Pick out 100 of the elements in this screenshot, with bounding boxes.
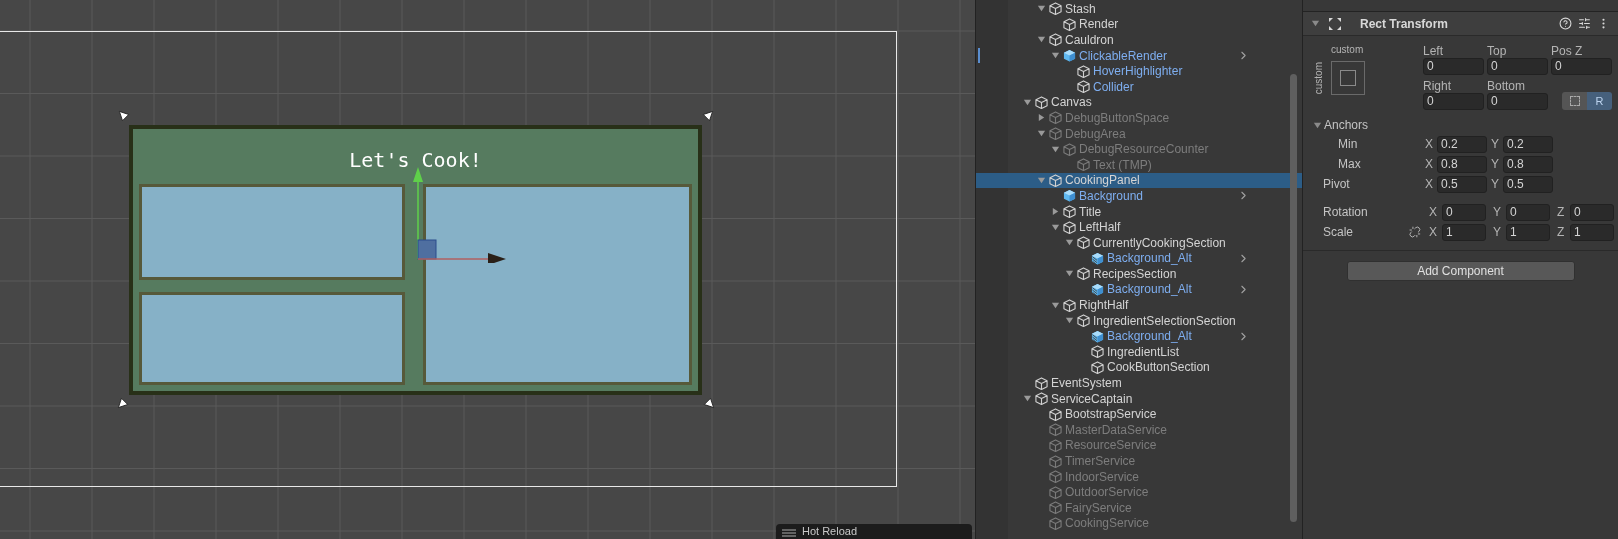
- collapsed-triangle-icon[interactable]: [1050, 207, 1060, 216]
- property-label: Pivot: [1322, 176, 1351, 193]
- property-label: Min: [1337, 136, 1359, 153]
- hierarchy-item[interactable]: Collider: [976, 78, 1302, 95]
- axis-label: Z: [1557, 204, 1566, 221]
- anchor-preset-label: custom: [1331, 44, 1364, 56]
- hierarchy-item[interactable]: CookingPanel: [976, 172, 1302, 189]
- hierarchy-item[interactable]: BootstrapService: [976, 406, 1302, 423]
- help-icon[interactable]: [1559, 17, 1572, 30]
- hierarchy-item[interactable]: CurrentlyCookingSection: [976, 234, 1302, 251]
- field-label: Pos Z: [1551, 44, 1584, 58]
- number-field[interactable]: 1: [1506, 223, 1550, 241]
- hierarchy-item[interactable]: ClickableRender: [976, 47, 1302, 64]
- cube-icon: [1091, 345, 1104, 359]
- number-field[interactable]: 0.5: [1437, 175, 1487, 193]
- axis-label: X: [1429, 224, 1438, 241]
- hierarchy-item[interactable]: EventSystem: [976, 375, 1302, 391]
- number-field[interactable]: 0: [1487, 93, 1548, 110]
- hierarchy-item[interactable]: ServiceCaptain: [976, 390, 1302, 407]
- expanded-triangle-icon[interactable]: [1311, 19, 1320, 28]
- cube-icon: [1049, 423, 1062, 437]
- hierarchy-item[interactable]: Background_Alt: [976, 328, 1302, 345]
- cube-icon: [1035, 95, 1048, 109]
- anchor-preset-button[interactable]: [1331, 61, 1365, 95]
- number-field[interactable]: 0.8: [1437, 155, 1487, 173]
- cube-icon: [1077, 64, 1090, 78]
- prefab-variant-cube-icon: [1091, 283, 1104, 296]
- hierarchy-item[interactable]: IngredientSelectionSection: [976, 312, 1302, 329]
- cube-icon: [1077, 236, 1090, 250]
- hierarchy-item[interactable]: Background_Alt: [976, 250, 1302, 267]
- cooking-panel[interactable]: Let's Cook!: [129, 125, 702, 395]
- cube-icon: [1049, 407, 1062, 421]
- cube-icon: [1049, 2, 1062, 16]
- number-field[interactable]: 0: [1442, 203, 1486, 221]
- number-field[interactable]: 0: [1551, 58, 1612, 75]
- hierarchy-item[interactable]: CookButtonSection: [976, 359, 1302, 376]
- cube-icon: [1063, 205, 1076, 218]
- menu-icon[interactable]: [782, 528, 796, 538]
- cube-icon: [1049, 485, 1062, 499]
- cube-icon: [1049, 33, 1062, 47]
- number-field[interactable]: 0.5: [1503, 175, 1553, 193]
- prefab-cube-icon: [1063, 189, 1076, 203]
- property-label: Rotation: [1322, 204, 1369, 221]
- axis-label: Y: [1491, 176, 1500, 193]
- hierarchy-item[interactable]: Cauldron: [976, 32, 1302, 48]
- axis-label: Y: [1493, 224, 1502, 241]
- component-header[interactable]: Rect Transform: [1303, 12, 1618, 36]
- hot-reload-bar[interactable]: Hot Reload: [776, 524, 972, 539]
- scrollbar-thumb[interactable]: [1290, 74, 1297, 522]
- hierarchy-item[interactable]: RightHalf: [976, 297, 1302, 313]
- hierarchy-item[interactable]: Background: [976, 188, 1302, 204]
- axis-label: X: [1425, 156, 1434, 173]
- hierarchy-item[interactable]: Title: [976, 203, 1302, 220]
- hierarchy-item[interactable]: Canvas: [976, 94, 1302, 111]
- hierarchy-item[interactable]: HoverHighlighter: [976, 63, 1302, 79]
- hierarchy-item[interactable]: IngredientList: [976, 344, 1302, 360]
- cube-icon: [1049, 501, 1062, 515]
- number-field[interactable]: 0: [1423, 93, 1484, 110]
- cube-icon: [1091, 360, 1104, 374]
- settings-icon[interactable]: [1578, 17, 1591, 30]
- expanded-triangle-icon[interactable]: [1036, 175, 1046, 185]
- expanded-triangle-icon[interactable]: [1022, 97, 1032, 107]
- number-field[interactable]: 0.2: [1437, 135, 1487, 153]
- expanded-triangle-icon[interactable]: [1064, 269, 1074, 279]
- axis-label: X: [1425, 176, 1434, 193]
- field-label: Bottom: [1487, 79, 1526, 93]
- cube-icon: [1049, 454, 1062, 468]
- hierarchy-item[interactable]: LeftHalf: [976, 219, 1302, 235]
- axis-label: Z: [1557, 224, 1566, 241]
- number-field[interactable]: 0: [1506, 203, 1550, 221]
- number-field[interactable]: 0: [1423, 58, 1484, 75]
- property-label: Max: [1337, 156, 1362, 173]
- number-field[interactable]: 0.8: [1503, 155, 1553, 173]
- cube-icon: [1049, 173, 1062, 187]
- anchors-foldout[interactable]: Anchors: [1313, 116, 1614, 134]
- number-field[interactable]: 0: [1487, 58, 1548, 75]
- expanded-triangle-icon[interactable]: [1036, 4, 1046, 14]
- cube-icon: [1035, 392, 1048, 406]
- collapsed-triangle-icon[interactable]: [1036, 113, 1046, 123]
- hierarchy-item[interactable]: Render: [976, 16, 1302, 33]
- add-component-button[interactable]: Add Component: [1346, 261, 1575, 281]
- move-gizmo-drawing[interactable]: [412, 165, 508, 263]
- hierarchy-item[interactable]: Background_Alt: [976, 281, 1302, 298]
- number-field[interactable]: 0.2: [1503, 135, 1553, 153]
- number-field[interactable]: 1: [1442, 223, 1486, 241]
- field-label: Right: [1423, 79, 1452, 93]
- link-icon[interactable]: [1409, 226, 1421, 238]
- cube-icon: [1049, 127, 1062, 141]
- hierarchy-item[interactable]: RecipesSection: [976, 266, 1302, 282]
- cube-icon: [1077, 267, 1090, 281]
- expanded-triangle-icon[interactable]: [1022, 394, 1032, 404]
- expanded-triangle-icon[interactable]: [1313, 120, 1322, 130]
- cube-icon: [1077, 158, 1090, 172]
- number-field[interactable]: 0: [1570, 203, 1614, 221]
- number-field[interactable]: 1: [1570, 223, 1614, 241]
- blueprint-mode-button[interactable]: [1562, 92, 1587, 110]
- raw-edit-button[interactable]: R: [1587, 92, 1612, 110]
- cube-icon: [1063, 298, 1076, 312]
- property-label: Scale: [1322, 224, 1355, 241]
- hierarchy-item[interactable]: Stash: [976, 1, 1302, 17]
